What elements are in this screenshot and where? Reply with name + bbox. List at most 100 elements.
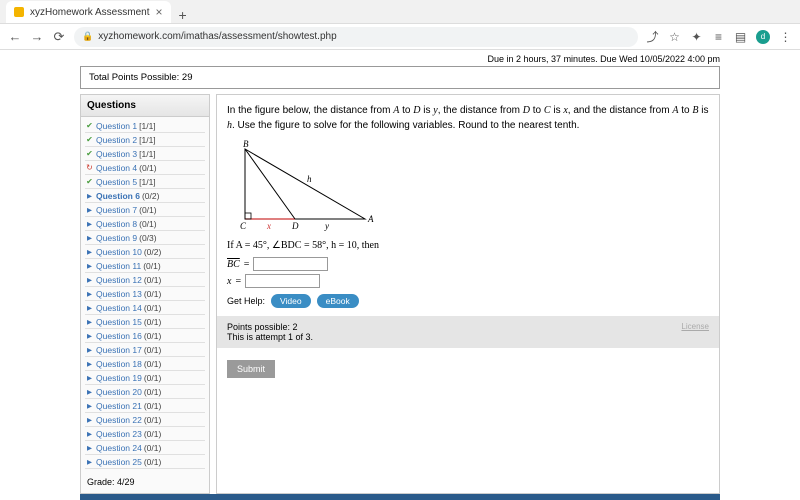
question-score: (0/1) bbox=[144, 373, 161, 383]
question-item[interactable]: ▶Question 9 (0/3) bbox=[85, 231, 205, 245]
play-icon: ▶ bbox=[85, 388, 94, 396]
question-link: Question 8 bbox=[96, 219, 137, 229]
question-item[interactable]: ↻Question 4 (0/1) bbox=[85, 161, 205, 175]
label-A: A bbox=[367, 214, 374, 224]
triangle-figure: B C D A x y h bbox=[225, 139, 385, 234]
footer-accent bbox=[80, 494, 720, 500]
question-link: Question 3 bbox=[96, 149, 137, 159]
question-item[interactable]: ▶Question 24 (0/1) bbox=[85, 441, 205, 455]
bc-label: BC bbox=[227, 259, 240, 270]
play-icon: ▶ bbox=[85, 444, 94, 452]
question-link: Question 23 bbox=[96, 429, 142, 439]
label-x: x bbox=[266, 221, 271, 231]
label-h: h bbox=[307, 174, 312, 184]
question-item[interactable]: ✔Question 1 [1/1] bbox=[85, 119, 205, 133]
due-text: Due in 2 hours, 37 minutes. Due Wed 10/0… bbox=[80, 52, 720, 66]
label-D: D bbox=[291, 221, 299, 231]
list-icon[interactable]: ≡ bbox=[712, 30, 725, 43]
question-link: Question 18 bbox=[96, 359, 142, 369]
question-item[interactable]: ▶Question 13 (0/1) bbox=[85, 287, 205, 301]
star-icon[interactable]: ☆ bbox=[668, 30, 681, 43]
new-tab-button[interactable]: + bbox=[171, 7, 195, 23]
question-link: Question 7 bbox=[96, 205, 137, 215]
play-icon: ▶ bbox=[85, 304, 94, 312]
ebook-button[interactable]: eBook bbox=[317, 294, 359, 308]
forward-button[interactable]: → bbox=[30, 30, 44, 44]
play-icon: ▶ bbox=[85, 374, 94, 382]
play-icon: ▶ bbox=[85, 192, 94, 200]
question-item[interactable]: ▶Question 7 (0/1) bbox=[85, 203, 205, 217]
tab-title: xyzHomework Assessment bbox=[30, 7, 149, 18]
bc-input[interactable] bbox=[253, 257, 328, 271]
question-link: Question 14 bbox=[96, 303, 142, 313]
question-link: Question 9 bbox=[96, 233, 137, 243]
question-item[interactable]: ✔Question 3 [1/1] bbox=[85, 147, 205, 161]
question-score: (0/1) bbox=[144, 275, 161, 285]
question-item[interactable]: ▶Question 17 (0/1) bbox=[85, 343, 205, 357]
menu-icon[interactable]: ⋮ bbox=[779, 30, 792, 43]
toolbar-actions: ⤴ ☆ ✦ ≡ ▤ d ⋮ bbox=[646, 30, 792, 44]
play-icon: ▶ bbox=[85, 402, 94, 410]
video-button[interactable]: Video bbox=[271, 294, 311, 308]
play-icon: ▶ bbox=[85, 332, 94, 340]
extensions-icon[interactable]: ✦ bbox=[690, 30, 703, 43]
address-bar[interactable]: 🔒 xyzhomework.com/imathas/assessment/sho… bbox=[74, 27, 638, 47]
redo-icon: ↻ bbox=[85, 163, 94, 172]
question-item[interactable]: ▶Question 6 (0/2) bbox=[85, 189, 205, 203]
question-item[interactable]: ▶Question 16 (0/1) bbox=[85, 329, 205, 343]
play-icon: ▶ bbox=[85, 248, 94, 256]
question-item[interactable]: ▶Question 12 (0/1) bbox=[85, 273, 205, 287]
question-link: Question 6 bbox=[96, 191, 140, 201]
submit-button[interactable]: Submit bbox=[227, 360, 275, 378]
profile-avatar[interactable]: d bbox=[756, 30, 770, 44]
question-item[interactable]: ▶Question 23 (0/1) bbox=[85, 427, 205, 441]
question-item[interactable]: ▶Question 19 (0/1) bbox=[85, 371, 205, 385]
question-item[interactable]: ▶Question 10 (0/2) bbox=[85, 245, 205, 259]
question-link: Question 20 bbox=[96, 387, 142, 397]
question-link: Question 12 bbox=[96, 275, 142, 285]
label-y: y bbox=[324, 221, 329, 231]
question-score: (0/1) bbox=[144, 303, 161, 313]
question-item[interactable]: ▶Question 25 (0/1) bbox=[85, 455, 205, 469]
question-score: (0/1) bbox=[139, 205, 156, 215]
browser-tab[interactable]: xyzHomework Assessment × bbox=[6, 1, 171, 23]
question-score: (0/1) bbox=[144, 401, 161, 411]
question-item[interactable]: ▶Question 20 (0/1) bbox=[85, 385, 205, 399]
question-score: (0/1) bbox=[139, 163, 156, 173]
play-icon: ▶ bbox=[85, 220, 94, 228]
question-score: (0/1) bbox=[143, 261, 160, 271]
question-item[interactable]: ✔Question 5 [1/1] bbox=[85, 175, 205, 189]
question-link: Question 10 bbox=[96, 247, 142, 257]
given-values: If A = 45°, ∠BDC = 58°, h = 10, then bbox=[227, 240, 709, 251]
license-link[interactable]: License bbox=[681, 322, 709, 331]
play-icon: ▶ bbox=[85, 346, 94, 354]
question-item[interactable]: ▶Question 11 (0/1) bbox=[85, 259, 205, 273]
question-item[interactable]: ▶Question 15 (0/1) bbox=[85, 315, 205, 329]
question-item[interactable]: ▶Question 21 (0/1) bbox=[85, 399, 205, 413]
panel-icon[interactable]: ▤ bbox=[734, 30, 747, 43]
question-link: Question 4 bbox=[96, 163, 137, 173]
question-item[interactable]: ▶Question 22 (0/1) bbox=[85, 413, 205, 427]
question-item[interactable]: ▶Question 14 (0/1) bbox=[85, 301, 205, 315]
question-link: Question 17 bbox=[96, 345, 142, 355]
question-score: [1/1] bbox=[139, 135, 156, 145]
play-icon: ▶ bbox=[85, 290, 94, 298]
question-item[interactable]: ✔Question 2 [1/1] bbox=[85, 133, 205, 147]
share-icon[interactable]: ⤴ bbox=[646, 30, 659, 43]
play-icon: ▶ bbox=[85, 458, 94, 466]
x-input[interactable] bbox=[245, 274, 320, 288]
label-C: C bbox=[240, 221, 247, 231]
question-score: (0/1) bbox=[144, 359, 161, 369]
check-icon: ✔ bbox=[85, 121, 94, 130]
question-score: (0/1) bbox=[144, 345, 161, 355]
check-icon: ✔ bbox=[85, 149, 94, 158]
url-text: xyzhomework.com/imathas/assessment/showt… bbox=[98, 31, 336, 42]
question-item[interactable]: ▶Question 18 (0/1) bbox=[85, 357, 205, 371]
reload-button[interactable]: ⟳ bbox=[52, 30, 66, 44]
question-item[interactable]: ▶Question 8 (0/1) bbox=[85, 217, 205, 231]
back-button[interactable]: ← bbox=[8, 30, 22, 44]
problem-text: In the figure below, the distance from A… bbox=[227, 103, 709, 133]
question-score: [1/1] bbox=[139, 149, 156, 159]
play-icon: ▶ bbox=[85, 206, 94, 214]
tab-close-icon[interactable]: × bbox=[155, 5, 162, 19]
